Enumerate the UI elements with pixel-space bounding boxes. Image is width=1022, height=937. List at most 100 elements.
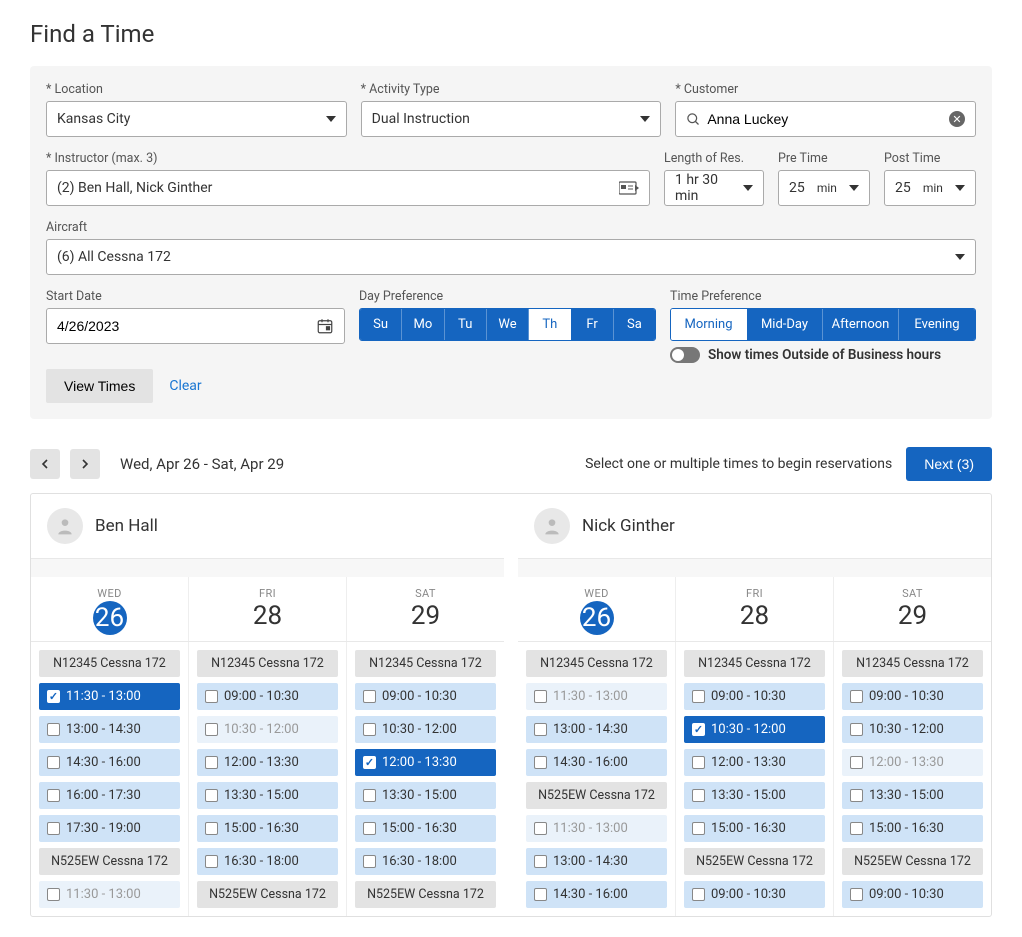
time-slot[interactable]: ✓12:00 - 13:30 xyxy=(355,749,496,776)
time-slot[interactable]: ✓13:00 - 14:30 xyxy=(526,848,667,875)
start-date-field[interactable] xyxy=(57,318,316,334)
chevron-down-icon xyxy=(955,185,965,191)
slot-column: N12345 Cessna 172✓11:30 - 13:00✓13:00 - … xyxy=(31,642,189,916)
slot-time: 12:00 - 13:30 xyxy=(382,755,457,770)
instructor-header: Nick Ginther xyxy=(518,494,991,559)
view-times-button[interactable]: View Times xyxy=(46,369,153,403)
time-btn-afternoon[interactable]: Afternoon xyxy=(823,309,899,340)
day-of-week: FRI xyxy=(676,587,833,600)
time-slot[interactable]: ✓16:30 - 18:00 xyxy=(355,848,496,875)
customer-input[interactable]: ✕ xyxy=(675,101,976,137)
activity-type-select[interactable]: Dual Instruction xyxy=(361,101,662,137)
aircraft-label: Aircraft xyxy=(46,220,976,235)
aircraft-select[interactable]: (6) All Cessna 172 xyxy=(46,239,976,275)
day-btn-th[interactable]: Th xyxy=(529,309,571,340)
time-slot[interactable]: ✓11:30 - 13:00 xyxy=(39,881,180,908)
checkbox: ✓ xyxy=(850,888,863,901)
day-btn-fr[interactable]: Fr xyxy=(571,309,613,340)
time-slot[interactable]: ✓15:00 - 16:30 xyxy=(355,815,496,842)
time-slot[interactable]: ✓11:30 - 13:00 xyxy=(526,683,667,710)
time-btn-evening[interactable]: Evening xyxy=(899,309,975,340)
calendar-icon[interactable] xyxy=(316,317,334,335)
time-slot[interactable]: ✓15:00 - 16:30 xyxy=(842,815,983,842)
next-arrow-button[interactable] xyxy=(70,449,100,479)
chevron-down-icon xyxy=(743,185,753,191)
time-slot[interactable]: ✓10:30 - 12:00 xyxy=(355,716,496,743)
time-slot[interactable]: ✓12:00 - 13:30 xyxy=(842,749,983,776)
slot-time: 13:00 - 14:30 xyxy=(553,722,628,737)
start-date-input[interactable] xyxy=(46,308,345,344)
customer-field[interactable] xyxy=(707,111,949,127)
clear-button[interactable]: Clear xyxy=(169,378,201,394)
time-slot[interactable]: ✓16:00 - 17:30 xyxy=(39,782,180,809)
time-slot[interactable]: ✓10:30 - 12:00 xyxy=(842,716,983,743)
aircraft-header: N525EW Cessna 172 xyxy=(39,848,180,875)
time-btn-morning[interactable]: Morning xyxy=(671,309,747,340)
slot-time: 10:30 - 12:00 xyxy=(224,722,299,737)
time-slot[interactable]: ✓10:30 - 12:00 xyxy=(684,716,825,743)
time-slot[interactable]: ✓13:00 - 14:30 xyxy=(39,716,180,743)
activity-type-label: * Activity Type xyxy=(361,82,662,97)
slot-time: 10:30 - 12:00 xyxy=(711,722,786,737)
time-slot[interactable]: ✓09:00 - 10:30 xyxy=(842,881,983,908)
slot-time: 15:00 - 16:30 xyxy=(869,821,944,836)
time-slot[interactable]: ✓14:30 - 16:00 xyxy=(526,881,667,908)
day-number: 29 xyxy=(834,601,991,631)
time-slot[interactable]: ✓09:00 - 10:30 xyxy=(684,881,825,908)
checkbox: ✓ xyxy=(692,756,705,769)
checkbox: ✓ xyxy=(205,723,218,736)
slot-time: 13:00 - 14:30 xyxy=(553,854,628,869)
checkbox: ✓ xyxy=(363,789,376,802)
time-pref-label: Time Preference xyxy=(670,289,976,304)
time-slot[interactable]: ✓16:30 - 18:00 xyxy=(197,848,338,875)
time-slot[interactable]: ✓ 10:30 - 12:00 xyxy=(197,716,338,743)
next-button[interactable]: Next (3) xyxy=(906,447,992,481)
instructor-select[interactable]: (2) Ben Hall, Nick Ginther xyxy=(46,170,650,206)
instructor-name: Nick Ginther xyxy=(582,516,675,536)
time-slot[interactable]: ✓12:00 - 13:30 xyxy=(684,749,825,776)
checkbox: ✓ xyxy=(534,822,547,835)
time-slot[interactable]: ✓15:00 - 16:30 xyxy=(684,815,825,842)
time-slot[interactable]: ✓09:00 - 10:30 xyxy=(842,683,983,710)
time-slot[interactable]: ✓13:30 - 15:00 xyxy=(197,782,338,809)
location-select[interactable]: Kansas City xyxy=(46,101,347,137)
time-slot[interactable]: ✓09:00 - 10:30 xyxy=(355,683,496,710)
slot-time: 13:30 - 15:00 xyxy=(869,788,944,803)
slot-time: 13:30 - 15:00 xyxy=(224,788,299,803)
time-slot[interactable]: ✓14:30 - 16:00 xyxy=(526,749,667,776)
post-time-select[interactable]: 25 min xyxy=(884,170,976,206)
time-slot[interactable]: ✓13:30 - 15:00 xyxy=(842,782,983,809)
time-btn-mid-day[interactable]: Mid-Day xyxy=(747,309,823,340)
length-res-select[interactable]: 1 hr 30 min xyxy=(664,170,764,206)
slot-time: 11:30 - 13:00 xyxy=(553,821,628,836)
slot-time: 14:30 - 16:00 xyxy=(553,887,628,902)
instructor-header: Ben Hall xyxy=(31,494,504,559)
day-btn-tu[interactable]: Tu xyxy=(445,309,487,340)
aircraft-header: N12345 Cessna 172 xyxy=(197,650,338,677)
instructor-column: Nick GintherWED26FRI28SAT29N12345 Cessna… xyxy=(518,494,991,916)
pre-time-select[interactable]: 25 min xyxy=(778,170,870,206)
day-btn-sa[interactable]: Sa xyxy=(614,309,655,340)
chevron-right-icon xyxy=(80,459,90,469)
time-slot[interactable]: ✓13:00 - 14:30 xyxy=(526,716,667,743)
time-slot[interactable]: ✓17:30 - 19:00 xyxy=(39,815,180,842)
day-btn-mo[interactable]: Mo xyxy=(402,309,444,340)
outside-hours-toggle[interactable] xyxy=(670,347,700,363)
day-btn-su[interactable]: Su xyxy=(360,309,402,340)
checkbox: ✓ xyxy=(850,723,863,736)
time-slot[interactable]: ✓09:00 - 10:30 xyxy=(197,683,338,710)
time-slot[interactable]: ✓13:30 - 15:00 xyxy=(684,782,825,809)
time-slot[interactable]: ✓ 11:30 - 13:00 xyxy=(526,815,667,842)
day-btn-we[interactable]: We xyxy=(487,309,529,340)
time-slot[interactable]: ✓13:30 - 15:00 xyxy=(355,782,496,809)
checkbox: ✓ xyxy=(205,822,218,835)
checkbox: ✓ xyxy=(850,690,863,703)
time-slot[interactable]: ✓09:00 - 10:30 xyxy=(684,683,825,710)
time-slot[interactable]: ✓14:30 - 16:00 xyxy=(39,749,180,776)
time-slot[interactable]: ✓11:30 - 13:00 xyxy=(39,683,180,710)
time-slot[interactable]: ✓12:00 - 13:30 xyxy=(197,749,338,776)
prev-arrow-button[interactable] xyxy=(30,449,60,479)
slot-time: 10:30 - 12:00 xyxy=(382,722,457,737)
time-slot[interactable]: ✓15:00 - 16:30 xyxy=(197,815,338,842)
clear-icon[interactable]: ✕ xyxy=(949,111,965,127)
